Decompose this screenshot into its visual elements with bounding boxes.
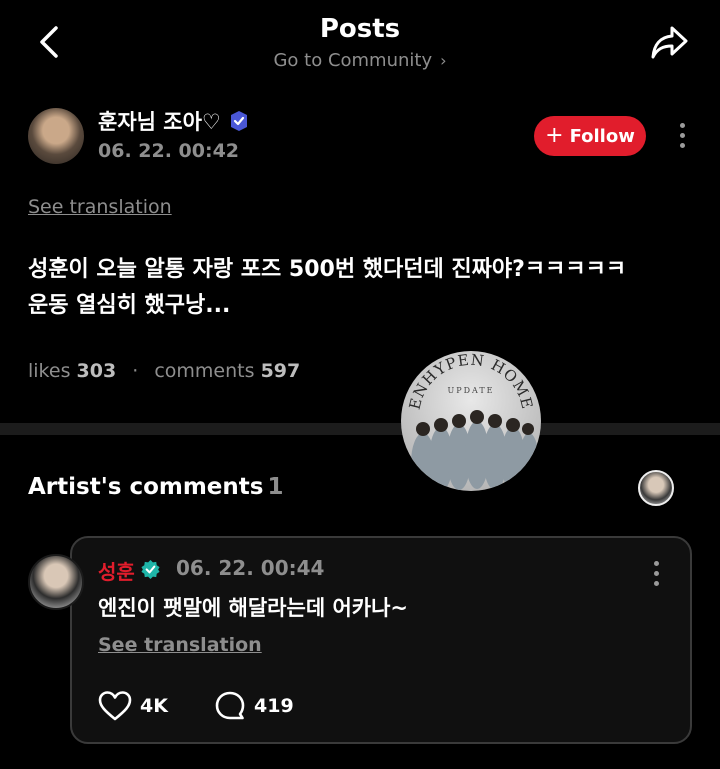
share-icon: [651, 26, 688, 59]
post-body-line: 운동 열심히 했구낭...: [28, 293, 231, 318]
more-icon: [644, 556, 668, 586]
comments-label[interactable]: comments: [154, 360, 254, 382]
comment-text: 엔진이 팻말에 해달라는데 어카나~: [98, 596, 409, 620]
share-button[interactable]: [648, 20, 692, 64]
commenter-avatar[interactable]: [28, 554, 84, 610]
watermark-logo: ENHYPEN HOME UPDATE: [401, 351, 541, 491]
post-stats: likes 303 · comments 597: [28, 360, 300, 382]
commenter-name[interactable]: 성훈: [98, 556, 135, 585]
verified-icon: [231, 111, 247, 131]
follow-label: Follow: [569, 125, 635, 147]
comment-timestamp: 06. 22. 00:44: [176, 556, 325, 580]
go-to-community-link[interactable]: Go to Community ›: [0, 50, 720, 71]
go-to-community-label: Go to Community: [273, 50, 433, 71]
more-icon: [670, 118, 694, 148]
post-body-line: 성훈이 오늘 알통 자랑 포즈 500번 했다던데 진짜야?ㅋㅋㅋㅋㅋ: [28, 257, 627, 282]
artist-avatar-small[interactable]: [638, 470, 674, 506]
chevron-right-icon: ›: [440, 51, 447, 70]
comment-reply-count: 419: [254, 695, 294, 717]
page-title: Posts: [319, 14, 401, 44]
comment-bubble-icon: [215, 691, 245, 720]
section-divider: [0, 423, 720, 435]
comment-see-translation-link[interactable]: See translation: [98, 634, 262, 656]
heart-icon: [98, 691, 132, 721]
post-body: 성훈이 오늘 알통 자랑 포즈 500번 했다던데 진짜야?ㅋㅋㅋㅋㅋ 운동 열…: [28, 252, 698, 324]
stats-separator: ·: [132, 360, 139, 382]
app-header: Posts Go to Community ›: [0, 0, 720, 90]
artist-comments-heading: Artist's comments 1: [28, 474, 284, 500]
comment-reply-button[interactable]: 419: [214, 690, 294, 722]
plus-icon: +: [545, 122, 564, 148]
watermark-image: ENHYPEN HOME UPDATE: [405, 351, 539, 491]
likes-label: likes: [28, 360, 71, 382]
svg-text:UPDATE: UPDATE: [447, 386, 494, 395]
svg-text:ENHYPEN HOME: ENHYPEN HOME: [405, 351, 536, 411]
artist-comments-label: Artist's comments: [28, 474, 264, 500]
post-more-button[interactable]: [670, 118, 694, 154]
author-avatar[interactable]: [28, 108, 84, 164]
likes-count: 303: [76, 360, 117, 382]
follow-button[interactable]: + Follow: [534, 116, 646, 156]
see-translation-link[interactable]: See translation: [28, 196, 172, 218]
post-timestamp: 06. 22. 00:42: [98, 140, 240, 162]
comment-like-count: 4K: [140, 695, 168, 717]
verified-icon: [141, 559, 160, 580]
artist-comments-count: 1: [267, 474, 284, 500]
comment-like-button[interactable]: 4K: [98, 690, 168, 722]
comments-count[interactable]: 597: [261, 360, 301, 382]
comment-more-button[interactable]: [644, 556, 668, 586]
author-name[interactable]: 훈자님 조아♡: [98, 106, 221, 136]
